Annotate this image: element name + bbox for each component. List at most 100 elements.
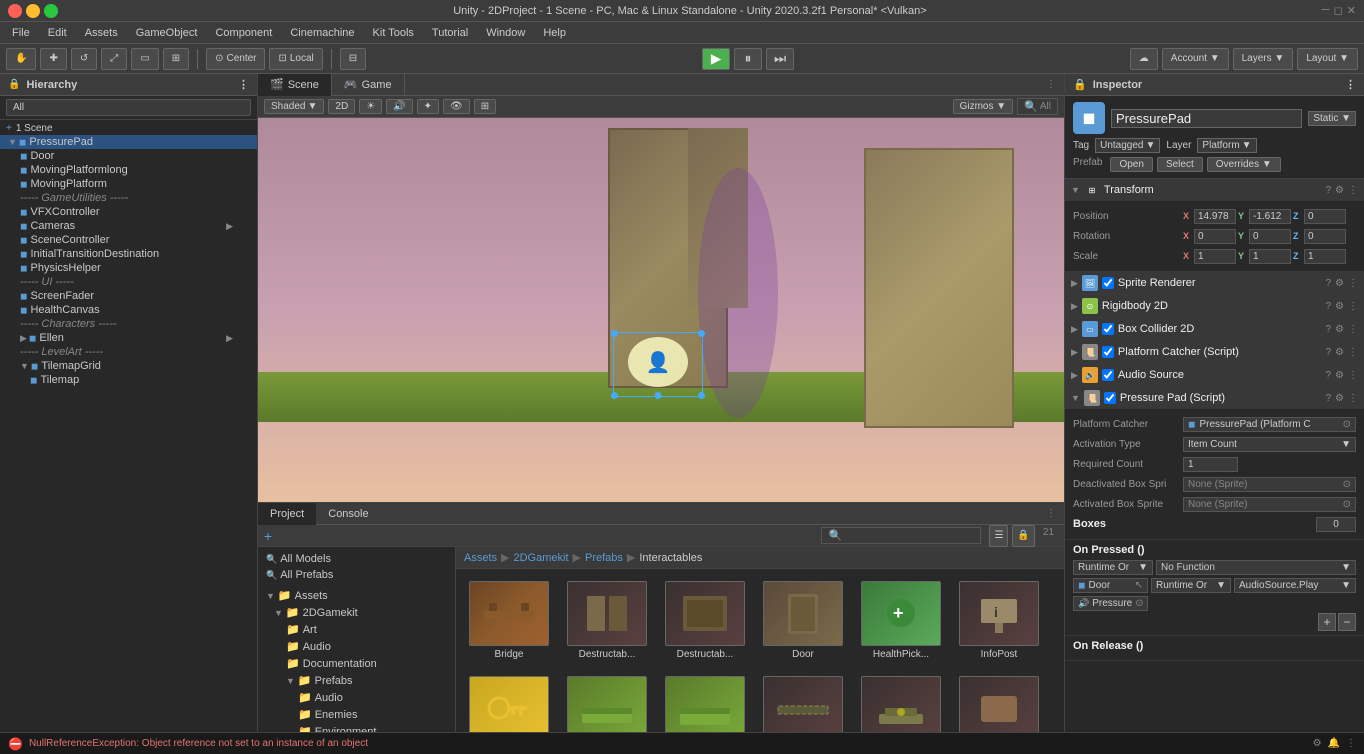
menu-help[interactable]: Help: [535, 25, 574, 41]
sc-y-input[interactable]: [1249, 249, 1291, 264]
hier-item-door[interactable]: ◼ Door: [0, 149, 257, 163]
as-help-btn[interactable]: ?: [1325, 370, 1331, 381]
asset-healthpickup[interactable]: + HealthPick...: [856, 577, 946, 664]
door-cursor-icon[interactable]: ↖: [1135, 580, 1143, 591]
as-settings-btn[interactable]: ⚙: [1335, 370, 1344, 381]
prefab-open-btn[interactable]: Open: [1110, 157, 1152, 172]
prefab-overrides-btn[interactable]: Overrides ▼: [1207, 157, 1281, 172]
tree-docs[interactable]: 📁 Documentation: [258, 655, 455, 672]
bc-settings-btn[interactable]: ⚙: [1335, 324, 1344, 335]
sprite-renderer-header[interactable]: ▶ 🖼 Sprite Renderer ? ⚙ ⋮: [1065, 272, 1364, 294]
asset-infopost[interactable]: i InfoPost: [954, 577, 1044, 664]
minimize-icon[interactable]: ─: [1322, 4, 1330, 17]
runtime-dropdown2[interactable]: Runtime Or ▼: [1151, 578, 1231, 593]
sr-settings-btn[interactable]: ⚙: [1335, 278, 1344, 289]
play-btn[interactable]: ▶: [702, 48, 730, 70]
rot-x-input[interactable]: [1194, 229, 1236, 244]
bc-more-btn[interactable]: ⋮: [1348, 324, 1358, 335]
breadcrumb-2dgamekit[interactable]: 2DGamekit: [513, 552, 568, 564]
snap-btn[interactable]: ⊟: [340, 48, 366, 70]
proj-add-btn[interactable]: +: [264, 528, 272, 544]
rigidbody-header[interactable]: ▶ ⊙ Rigidbody 2D ? ⚙ ⋮: [1065, 295, 1364, 317]
rb-help-btn[interactable]: ?: [1325, 301, 1331, 312]
menu-assets[interactable]: Assets: [77, 25, 126, 41]
rb-settings-btn[interactable]: ⚙: [1335, 301, 1344, 312]
hand-tool[interactable]: ✋: [6, 48, 36, 70]
pc-help-btn[interactable]: ?: [1325, 347, 1331, 358]
transform-header[interactable]: ▼ ⊞ Transform ? ⚙ ⋮: [1065, 179, 1364, 201]
sc-z-input[interactable]: [1304, 249, 1346, 264]
menu-cinemachine[interactable]: Cinemachine: [282, 25, 362, 41]
inspector-menu-icon[interactable]: ⋮: [1345, 78, 1356, 91]
menu-kit-tools[interactable]: Kit Tools: [365, 25, 422, 41]
tree-all-models[interactable]: 🔍 All Models: [258, 551, 455, 567]
layers-btn[interactable]: Layers ▼: [1233, 48, 1294, 70]
tab-scene[interactable]: 🎬 Scene: [258, 74, 332, 96]
hier-item-initial[interactable]: ◼ InitialTransitionDestination: [0, 247, 257, 261]
rot-y-input[interactable]: [1249, 229, 1291, 244]
hier-item-healthcanvas[interactable]: ◼ HealthCanvas: [0, 303, 257, 317]
cloud-btn[interactable]: ☁: [1130, 48, 1158, 70]
hier-item-physics[interactable]: ◼ PhysicsHelper: [0, 261, 257, 275]
object-name-field[interactable]: [1111, 109, 1302, 128]
menu-component[interactable]: Component: [207, 25, 280, 41]
audio-source-header[interactable]: ▶ 🔊 Audio Source ? ⚙ ⋮: [1065, 364, 1364, 386]
scale-tool[interactable]: ⤢: [101, 48, 127, 70]
inspector-lock-icon[interactable]: 🔒: [1073, 78, 1087, 91]
asset-pressurepad[interactable]: PressureP...: [856, 672, 946, 732]
pc-settings-btn[interactable]: ⚙: [1335, 347, 1344, 358]
asset-bridge[interactable]: Bridge: [464, 577, 554, 664]
proj-filter-btn[interactable]: ☰: [989, 525, 1008, 547]
tag-dropdown[interactable]: Untagged ▼: [1095, 138, 1160, 153]
asset-movplat2[interactable]: MovingPlat...: [660, 672, 750, 732]
hier-item-movplatlong[interactable]: ◼ MovingPlatformlong: [0, 163, 257, 177]
no-function-dropdown[interactable]: No Function ▼: [1156, 560, 1356, 575]
asset-key[interactable]: Key: [464, 672, 554, 732]
sr-help-btn[interactable]: ?: [1325, 278, 1331, 289]
tree-2dgamekit[interactable]: ▼ 📁 2DGamekit: [258, 604, 455, 621]
runtime-dropdown1[interactable]: Runtime Or ▼: [1073, 560, 1153, 575]
tree-assets[interactable]: ▼ 📁 Assets: [258, 587, 455, 604]
pc-ref-select[interactable]: ⊙: [1343, 419, 1351, 430]
hier-item-scenecontroller[interactable]: ◼ SceneController: [0, 233, 257, 247]
hierarchy-lock-icon[interactable]: 🔒: [8, 79, 20, 90]
maximize-btn[interactable]: [44, 4, 58, 18]
rot-z-input[interactable]: [1304, 229, 1346, 244]
pressure-target-icon[interactable]: ⊙: [1135, 598, 1143, 609]
menu-tutorial[interactable]: Tutorial: [424, 25, 476, 41]
center-btn[interactable]: ⊙ Center: [206, 48, 265, 70]
layout-btn[interactable]: Layout ▼: [1297, 48, 1358, 70]
rb-more-btn[interactable]: ⋮: [1348, 301, 1358, 312]
tab-console[interactable]: Console: [316, 503, 380, 525]
gizmos-btn[interactable]: Gizmos ▼: [953, 99, 1014, 114]
pp-more-btn[interactable]: ⋮: [1348, 393, 1358, 404]
minimize-btn[interactable]: [26, 4, 40, 18]
tree-prefabs[interactable]: ▼ 📁 Prefabs: [258, 672, 455, 689]
bc-enabled[interactable]: [1102, 323, 1114, 335]
hierarchy-menu-icon[interactable]: ⋮: [238, 78, 249, 91]
proj-search-bar[interactable]: 🔍: [821, 527, 981, 544]
menu-edit[interactable]: Edit: [40, 25, 75, 41]
pp-settings-btn[interactable]: ⚙: [1335, 393, 1344, 404]
error-bar-icon2[interactable]: 🔔: [1328, 738, 1340, 749]
tab-game[interactable]: 🎮 Game: [332, 74, 405, 96]
menu-gameobject[interactable]: GameObject: [128, 25, 206, 41]
hier-item-tilemapgrid[interactable]: ▼ ◼ TilemapGrid: [0, 359, 257, 373]
pp-help-btn[interactable]: ?: [1325, 393, 1331, 404]
boxcollider-header[interactable]: ▶ ▭ Box Collider 2D ? ⚙ ⋮: [1065, 318, 1364, 340]
tree-environment[interactable]: 📁 Environment: [258, 723, 455, 732]
sc-x-input[interactable]: [1194, 249, 1236, 264]
transform-help-btn[interactable]: ?: [1325, 185, 1331, 196]
hier-item-create[interactable]: + 1 Scene: [0, 122, 257, 135]
asset-passthru1[interactable]: PassThrou...: [758, 672, 848, 732]
audio-btn[interactable]: 🔊: [386, 99, 412, 114]
asset-pushable[interactable]: PushableB...: [954, 672, 1044, 732]
menu-file[interactable]: File: [4, 25, 38, 41]
tree-enemies[interactable]: 📁 Enemies: [258, 706, 455, 723]
local-btn[interactable]: ⊡ Local: [269, 48, 322, 70]
pos-y-input[interactable]: [1249, 209, 1291, 224]
restore-icon[interactable]: ◻: [1334, 4, 1343, 17]
asset-door[interactable]: Door: [758, 577, 848, 664]
account-btn[interactable]: Account ▼: [1162, 48, 1229, 70]
rotate-tool[interactable]: ↺: [71, 48, 97, 70]
